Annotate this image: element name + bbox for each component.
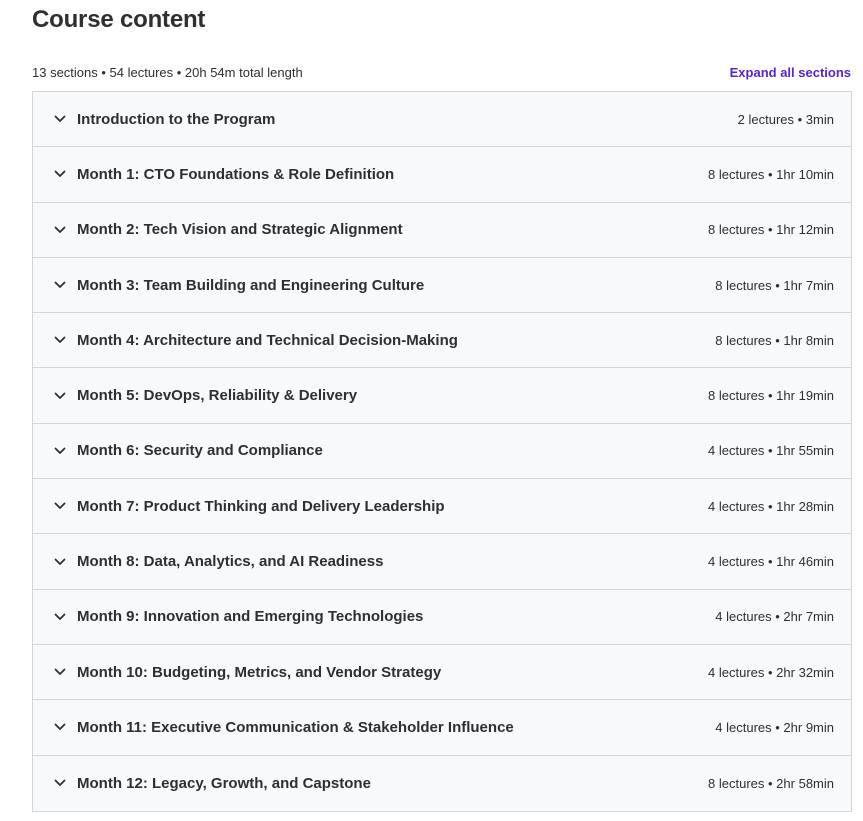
chevron-down-icon [53,278,67,292]
section-title: Month 7: Product Thinking and Delivery L… [77,497,445,515]
chevron-down-icon [53,112,67,126]
section-header[interactable]: Month 3: Team Building and Engineering C… [33,257,851,314]
section-meta: 8 lectures • 1hr 19min [708,388,834,404]
expand-all-sections-button[interactable]: Expand all sections [730,65,851,80]
section-meta: 4 lectures • 1hr 28min [708,498,834,514]
section-meta: 4 lectures • 2hr 32min [708,664,834,680]
section-title: Month 1: CTO Foundations & Role Definiti… [77,165,395,183]
section-title: Month 6: Security and Compliance [77,442,323,460]
section-header[interactable]: Month 5: DevOps, Reliability & Delivery … [33,368,851,424]
sections-accordion: Introduction to the Program 2 lectures •… [32,91,852,812]
chevron-down-icon [53,555,67,569]
section-meta: 8 lectures • 1hr 12min [708,222,834,238]
section-meta: 4 lectures • 1hr 46min [708,554,834,570]
section-header[interactable]: Month 10: Budgeting, Metrics, and Vendor… [33,644,851,701]
course-summary: 13 sections • 54 lectures • 20h 54m tota… [32,64,303,80]
section-title: Month 12: Legacy, Growth, and Capstone [77,774,371,792]
course-content-panel: Course content 13 sections • 54 lectures… [0,0,863,821]
section-header[interactable]: Month 9: Innovation and Emerging Technol… [33,589,851,645]
section-meta: 4 lectures • 1hr 55min [708,443,834,459]
chevron-down-icon [53,610,67,624]
section-title: Introduction to the Program [77,110,276,128]
section-title: Month 5: DevOps, Reliability & Delivery [77,387,358,405]
section-header[interactable]: Month 4: Architecture and Technical Deci… [33,313,851,369]
chevron-down-icon [53,223,67,237]
chevron-down-icon [53,720,67,734]
chevron-down-icon [53,444,67,458]
chevron-down-icon [53,333,67,347]
section-meta: 4 lectures • 2hr 7min [715,609,834,625]
section-meta: 8 lectures • 1hr 8min [715,332,834,348]
section-header[interactable]: Month 1: CTO Foundations & Role Definiti… [33,147,851,203]
chevron-down-icon [53,499,67,513]
chevron-down-icon [53,167,67,181]
section-meta: 2 lectures • 3min [737,111,834,127]
section-title: Month 4: Architecture and Technical Deci… [77,331,458,349]
section-title: Month 10: Budgeting, Metrics, and Vendor… [77,663,442,681]
section-title: Month 2: Tech Vision and Strategic Align… [77,221,403,239]
chevron-down-icon [53,776,67,790]
section-meta: 8 lectures • 2hr 58min [708,775,834,791]
page-title: Course content [32,6,206,33]
section-header[interactable]: Month 11: Executive Communication & Stak… [33,700,851,756]
section-title: Month 11: Executive Communication & Stak… [77,718,514,736]
summary-row: 13 sections • 54 lectures • 20h 54m tota… [32,62,851,82]
chevron-down-icon [53,389,67,403]
section-meta: 8 lectures • 1hr 7min [715,277,834,293]
section-header[interactable]: Month 6: Security and Compliance 4 lectu… [33,423,851,480]
section-header[interactable]: Introduction to the Program 2 lectures •… [33,92,851,148]
section-meta: 8 lectures • 1hr 10min [708,166,834,182]
section-header[interactable]: Month 12: Legacy, Growth, and Capstone 8… [33,755,851,811]
section-header[interactable]: Month 8: Data, Analytics, and AI Readine… [33,534,851,590]
section-header[interactable]: Month 2: Tech Vision and Strategic Align… [33,202,851,258]
section-meta: 4 lectures • 2hr 9min [715,719,834,735]
section-title: Month 8: Data, Analytics, and AI Readine… [77,553,384,571]
section-title: Month 3: Team Building and Engineering C… [77,276,425,294]
chevron-down-icon [53,665,67,679]
section-title: Month 9: Innovation and Emerging Technol… [77,608,424,626]
section-header[interactable]: Month 7: Product Thinking and Delivery L… [33,479,851,535]
